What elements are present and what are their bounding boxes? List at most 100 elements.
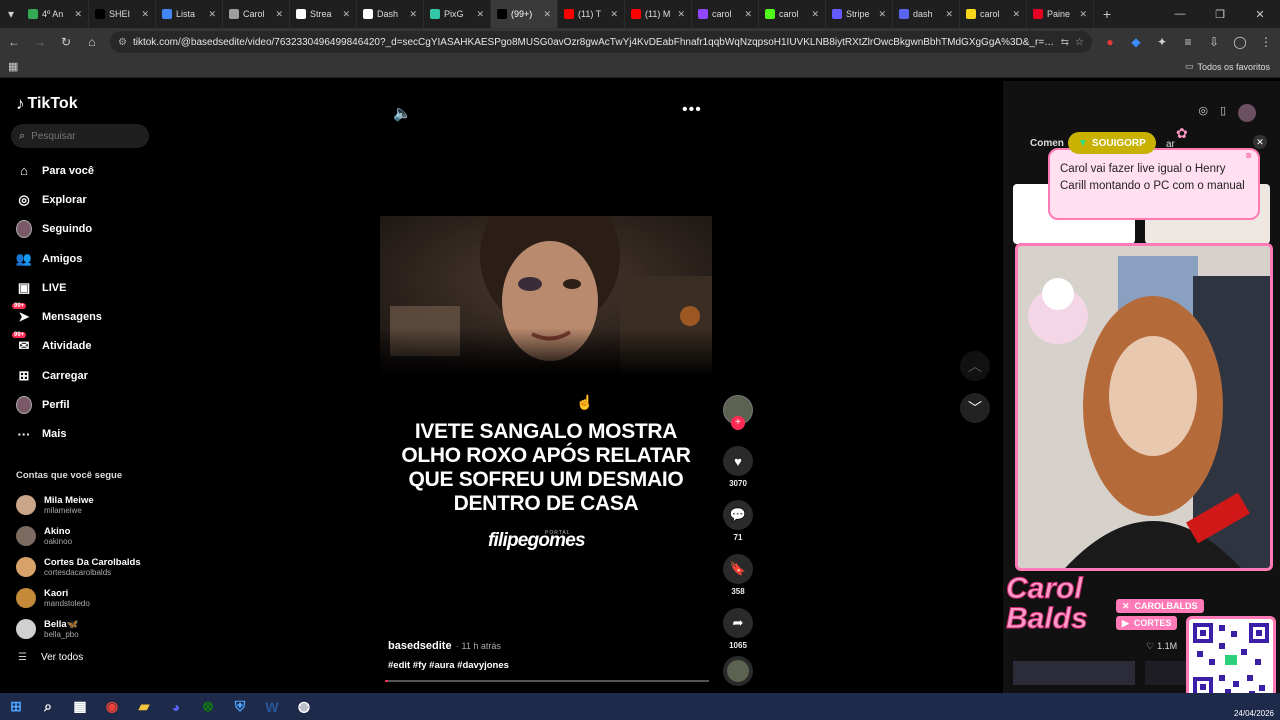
- nav-item-compass[interactable]: ◎ Explorar: [0, 185, 160, 214]
- extensions-icon[interactable]: ✦: [1154, 35, 1170, 49]
- extension-red-icon[interactable]: ●: [1102, 35, 1118, 49]
- tab-close-icon[interactable]: ✕: [1079, 9, 1087, 20]
- taskbar-date[interactable]: 24/04/2026: [1234, 709, 1280, 718]
- new-tab-button[interactable]: +: [1094, 6, 1120, 22]
- compass-small-icon[interactable]: ◎: [1198, 104, 1208, 122]
- see-all-link[interactable]: ☰ Ver todos: [18, 652, 83, 663]
- apps-grid-icon[interactable]: ▦: [8, 60, 18, 73]
- profile-icon[interactable]: ◯: [1232, 35, 1248, 49]
- back-icon[interactable]: ←: [6, 35, 22, 49]
- browser-tab[interactable]: Strea ✕: [290, 0, 357, 28]
- author-name[interactable]: basedsedite: [388, 640, 452, 652]
- following-account[interactable]: Kaori mandstoledo: [0, 582, 160, 613]
- all-bookmarks[interactable]: ▭ Todos os favoritos: [1185, 61, 1270, 72]
- site-info-icon[interactable]: ⚙: [118, 37, 127, 48]
- discord-icon[interactable]: ◕: [160, 693, 192, 720]
- nav-item-messages[interactable]: ➤ 99+ Mensagens: [0, 302, 160, 331]
- windows-start-icon[interactable]: ⊞: [0, 693, 32, 720]
- xbox-icon[interactable]: ⊗: [192, 693, 224, 720]
- tab-close-icon[interactable]: ✕: [342, 9, 350, 20]
- search-input[interactable]: [31, 130, 132, 142]
- nav-item-live[interactable]: ▣ LIVE: [0, 273, 160, 302]
- following-account[interactable]: Mila Meiwe milameiwe: [0, 489, 160, 520]
- reload-icon[interactable]: ↻: [58, 35, 74, 49]
- browser-tab[interactable]: carol ✕: [960, 0, 1027, 28]
- next-video-button[interactable]: ﹀: [960, 393, 990, 423]
- browser-tab[interactable]: carol ✕: [692, 0, 759, 28]
- extension-blue-icon[interactable]: ◆: [1128, 35, 1144, 49]
- browser-tab[interactable]: (11) T ✕: [558, 0, 625, 28]
- tab-close-icon[interactable]: ✕: [141, 9, 149, 20]
- close-panel-icon[interactable]: ✕: [1253, 135, 1267, 149]
- nav-item-activity[interactable]: ✉ 99+ Atividade: [0, 332, 160, 361]
- video-tags[interactable]: #edit #fy #aura #davyjones: [388, 660, 509, 671]
- tab-close-icon[interactable]: ✕: [945, 9, 953, 20]
- address-bar[interactable]: ⚙ tiktok.com/@basedsedite/video/76323304…: [110, 31, 1092, 53]
- following-account[interactable]: Cortes Da Carolbalds cortesdacarolbalds: [0, 551, 160, 582]
- browser-tab[interactable]: dash ✕: [893, 0, 960, 28]
- music-disc-icon[interactable]: [723, 656, 753, 686]
- nav-item-home[interactable]: ⌂ Para você: [0, 156, 160, 185]
- nav-item-profile-avatar[interactable]: Perfil: [0, 390, 160, 419]
- minimize-icon[interactable]: —: [1160, 8, 1200, 20]
- chrome-icon[interactable]: ◉: [96, 693, 128, 720]
- previous-video-button[interactable]: ︿: [960, 351, 990, 381]
- browser-tab[interactable]: Dash ✕: [357, 0, 424, 28]
- nav-item-upload[interactable]: ⊞ Carregar: [0, 361, 160, 390]
- browser-tab[interactable]: SHEI ✕: [89, 0, 156, 28]
- tab-close-icon[interactable]: ✕: [74, 9, 82, 20]
- related-thumb-3[interactable]: [1013, 661, 1135, 685]
- forward-icon[interactable]: →: [32, 35, 48, 49]
- translate-icon[interactable]: ⇆: [1061, 37, 1069, 48]
- follow-plus-icon[interactable]: +: [731, 416, 745, 430]
- tab-close-icon[interactable]: ✕: [208, 9, 216, 20]
- close-window-icon[interactable]: ✕: [1240, 8, 1280, 21]
- obs-icon[interactable]: ◍: [288, 693, 320, 720]
- browser-tab[interactable]: 4º An ✕: [22, 0, 89, 28]
- search-box[interactable]: ⌕: [11, 124, 149, 148]
- bookmark-star-icon[interactable]: ☆: [1075, 37, 1084, 48]
- nav-item-more[interactable]: ··· Mais: [0, 420, 160, 449]
- browser-tab[interactable]: PixG ✕: [424, 0, 491, 28]
- browser-tab[interactable]: Paine ✕: [1027, 0, 1094, 28]
- tab-close-icon[interactable]: ✕: [878, 9, 886, 20]
- browser-tab[interactable]: (99+) ✕: [491, 0, 558, 28]
- nav-item-friends[interactable]: 👥 Amigos: [0, 244, 160, 273]
- browser-tab[interactable]: Stripe ✕: [826, 0, 893, 28]
- media-controls-icon[interactable]: ≡: [1180, 35, 1196, 49]
- tab-close-icon[interactable]: ✕: [811, 9, 819, 20]
- nav-item-following-avatar[interactable]: Seguindo: [0, 215, 160, 244]
- tab-close-icon[interactable]: ✕: [1012, 9, 1020, 20]
- user-avatar-icon[interactable]: [1238, 104, 1256, 122]
- browser-tab[interactable]: Lista ✕: [156, 0, 223, 28]
- tab-close-icon[interactable]: ✕: [409, 9, 417, 20]
- share-button[interactable]: ➦: [723, 608, 753, 638]
- browser-tab[interactable]: carol ✕: [759, 0, 826, 28]
- like-button[interactable]: ♥: [723, 446, 753, 476]
- tab-close-icon[interactable]: ✕: [275, 9, 283, 20]
- video-player[interactable]: IVETE SANGALO MOSTRA OLHO ROXO APÓS RELA…: [380, 216, 712, 684]
- tiktok-logo[interactable]: ♪ TikTok: [16, 94, 78, 114]
- tab-close-icon[interactable]: ✕: [543, 9, 551, 20]
- maximize-icon[interactable]: ❐: [1200, 8, 1240, 21]
- word-icon[interactable]: W: [256, 693, 288, 720]
- more-options-icon[interactable]: •••: [682, 101, 702, 119]
- browser-menu-icon[interactable]: ⋮: [1258, 35, 1274, 49]
- download-icon[interactable]: ⇩: [1206, 35, 1222, 49]
- tab-close-icon[interactable]: ✕: [677, 9, 685, 20]
- progress-track[interactable]: [385, 680, 709, 682]
- file-explorer-icon[interactable]: ▰: [128, 693, 160, 720]
- phone-icon[interactable]: ▯: [1220, 104, 1226, 122]
- browser-tab[interactable]: (11) M ✕: [625, 0, 692, 28]
- tab-close-icon[interactable]: ✕: [476, 9, 484, 20]
- comment-button[interactable]: 💬: [723, 500, 753, 530]
- following-account[interactable]: Bella🦋 bella_pbo: [0, 613, 160, 644]
- following-account[interactable]: Akino oakinoo: [0, 520, 160, 551]
- save-button[interactable]: 🔖: [723, 554, 753, 584]
- home-button-icon[interactable]: ⌂: [84, 35, 100, 49]
- task-view-icon[interactable]: ▦: [64, 693, 96, 720]
- defender-icon[interactable]: ⛨: [224, 693, 256, 720]
- volume-icon[interactable]: 🔈: [393, 104, 412, 122]
- search-icon[interactable]: ⌕: [32, 693, 64, 720]
- tab-search-icon[interactable]: ▾: [0, 7, 22, 21]
